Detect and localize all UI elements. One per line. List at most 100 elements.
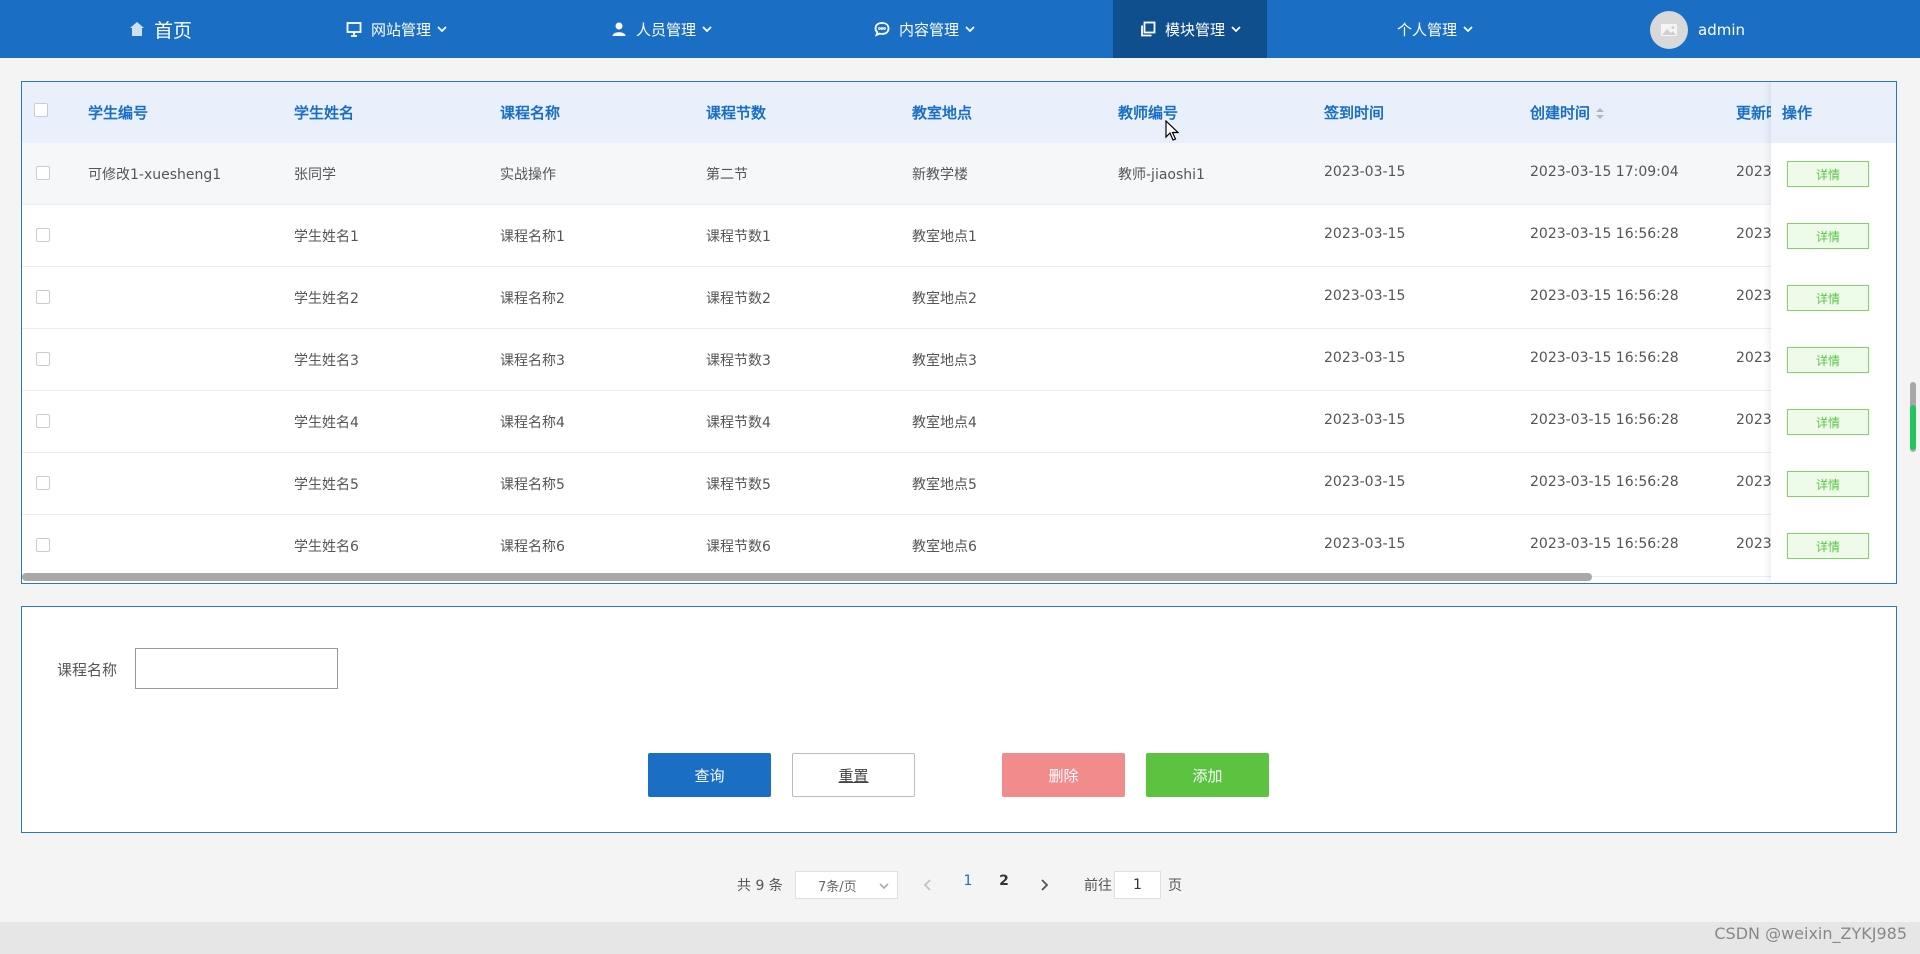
nav-label: 人员管理 (636, 20, 697, 39)
goto-page-input[interactable] (1114, 871, 1161, 899)
chevron-down-icon (965, 24, 975, 34)
mouse-cursor-icon (1165, 120, 1179, 141)
add-button[interactable]: 添加 (1146, 753, 1269, 797)
table-cell: 课程名称1 (500, 229, 565, 245)
table-cell: 2023-03-15 (1324, 288, 1406, 304)
goto-label: 前往 (1084, 878, 1112, 894)
row-checkbox[interactable] (36, 290, 50, 304)
table-cell: 张同学 (294, 167, 336, 183)
nav-label: 网站管理 (371, 20, 432, 39)
table-cell: 2023-03-15 (1324, 164, 1406, 180)
detail-button[interactable]: 详情 (1787, 223, 1869, 249)
table-cell: 课程名称3 (500, 353, 565, 369)
column-header-label: 创建时间 (1530, 104, 1591, 122)
table-cell: 学生姓名3 (294, 353, 359, 369)
sort-icon[interactable] (1596, 107, 1605, 120)
table-cell: 课程节数3 (706, 353, 771, 369)
home-icon (128, 20, 146, 38)
query-button[interactable]: 查询 (648, 753, 771, 797)
image-placeholder-icon (1661, 24, 1677, 36)
detail-button[interactable]: 详情 (1787, 471, 1869, 497)
row-checkbox[interactable] (36, 538, 50, 552)
detail-button[interactable]: 详情 (1787, 409, 1869, 435)
nav-personal-management[interactable]: 个人管理 (1397, 0, 1473, 58)
table-cell: 可修改1-xuesheng1 (88, 167, 222, 183)
data-table: 学生编号 学生姓名 课程名称 课程节数 教室地点 教师编号 签到时间 创建时间 … (21, 81, 1897, 584)
table-cell: 课程名称4 (500, 415, 565, 431)
table-row[interactable]: 可修改1-xuesheng1 张同学 实战操作 第二节 新教学楼 教师-jiaoshi1 2… (22, 143, 1896, 205)
course-name-input[interactable] (135, 648, 338, 689)
table-cell: 2023-03-15 (1324, 350, 1406, 366)
table-cell: 学生姓名4 (294, 415, 359, 431)
nav-label: 个人管理 (1397, 20, 1458, 39)
table-row[interactable]: 学生姓名6 课程名称6 课程节数6 教室地点6 2023-03-15 2023-03-15… (22, 515, 1896, 577)
chevron-down-icon (1231, 24, 1241, 34)
detail-button[interactable]: 详情 (1787, 161, 1869, 187)
column-header: 课程节数 (706, 104, 767, 122)
table-cell: 课程节数2 (706, 291, 771, 307)
horizontal-scrollbar[interactable] (22, 573, 1592, 581)
table-cell: 教室地点5 (912, 477, 977, 493)
table-cell: 2023-03-15 16:56:28 (1530, 226, 1679, 242)
page-number[interactable]: 1 (958, 873, 978, 889)
table-row[interactable]: 学生姓名1 课程名称1 课程节数1 教室地点1 2023-03-15 2023-03-15… (22, 205, 1896, 267)
table-cell: 教室地点6 (912, 539, 977, 555)
nav-website-management[interactable]: 网站管理 (345, 0, 447, 58)
vertical-scrollbar-thumb[interactable] (1910, 405, 1916, 450)
table-cell: 教室地点2 (912, 291, 977, 307)
table-cell: 2023-03-15 (1324, 412, 1406, 428)
table-cell: 2023-03-15 17:09:04 (1530, 164, 1679, 180)
top-navbar: 首页 网站管理 人员管理 内容管理 模块管理 个人管理 admin (0, 0, 1920, 58)
column-header: 学生编号 (88, 104, 149, 122)
detail-button[interactable]: 详情 (1787, 285, 1869, 311)
table-cell: 课程节数5 (706, 477, 771, 493)
table-cell: 2023-03-15 16:56:28 (1530, 536, 1679, 552)
page-size-value: 7条/页 (818, 879, 857, 895)
table-row[interactable]: 学生姓名5 课程名称5 课程节数5 教室地点5 2023-03-15 2023-03-15… (22, 453, 1896, 515)
table-cell: 实战操作 (500, 167, 556, 183)
user-menu[interactable]: admin (1650, 11, 1745, 49)
row-checkbox[interactable] (36, 352, 50, 366)
table-cell: 2023-03-15 16:56:28 (1530, 474, 1679, 490)
delete-button[interactable]: 删除 (1002, 753, 1125, 797)
row-checkbox[interactable] (36, 166, 50, 180)
avatar[interactable] (1650, 11, 1688, 49)
page-size-select[interactable]: 7条/页 (795, 871, 898, 899)
row-checkbox[interactable] (36, 414, 50, 428)
username: admin (1698, 21, 1745, 39)
nav-module-management[interactable]: 模块管理 (1113, 0, 1268, 58)
nav-home[interactable]: 首页 (128, 0, 192, 58)
detail-button[interactable]: 详情 (1787, 347, 1869, 373)
table-cell: 教室地点3 (912, 353, 977, 369)
copy-icon (1139, 20, 1157, 38)
search-panel: 课程名称 查询 重置 删除 添加 (21, 606, 1897, 833)
row-checkbox[interactable] (36, 476, 50, 490)
nav-home-label: 首页 (154, 19, 193, 42)
goto-suffix: 页 (1168, 878, 1182, 894)
table-cell: 2023-03-15 16:56:28 (1530, 412, 1679, 428)
table-cell: 2023-03-15 16:56:28 (1530, 350, 1679, 366)
table-cell: 第二节 (706, 167, 748, 183)
reset-button[interactable]: 重置 (792, 753, 915, 797)
table-row[interactable]: 学生姓名2 课程名称2 课程节数2 教室地点2 2023-03-15 2023-03-15… (22, 267, 1896, 329)
table-cell: 课程节数1 (706, 229, 771, 245)
table-cell: 课程节数4 (706, 415, 771, 431)
next-page-icon[interactable] (1038, 877, 1050, 891)
table-header: 学生编号 学生姓名 课程名称 课程节数 教室地点 教师编号 签到时间 创建时间 … (22, 82, 1896, 143)
nav-personnel-management[interactable]: 人员管理 (610, 0, 712, 58)
table-row[interactable]: 学生姓名4 课程名称4 课程节数4 教室地点4 2023-03-15 2023-03-15… (22, 391, 1896, 453)
course-name-label: 课程名称 (57, 661, 118, 679)
detail-button[interactable]: 详情 (1787, 533, 1869, 559)
select-all-checkbox[interactable] (34, 103, 48, 117)
table-row[interactable]: 学生姓名3 课程名称3 课程节数3 教室地点3 2023-03-15 2023-03-15… (22, 329, 1896, 391)
bottom-bar (0, 922, 1920, 954)
operations-header: 操作 (1771, 82, 1896, 143)
column-header-sortable[interactable]: 创建时间 (1530, 102, 1605, 123)
nav-content-management[interactable]: 内容管理 (873, 0, 975, 58)
row-checkbox[interactable] (36, 228, 50, 242)
table-cell: 课程节数6 (706, 539, 771, 555)
page-number[interactable]: 2 (994, 873, 1014, 889)
table-cell: 新教学楼 (912, 167, 968, 183)
table-cell: 教室地点4 (912, 415, 977, 431)
prev-page-icon[interactable] (922, 877, 934, 891)
